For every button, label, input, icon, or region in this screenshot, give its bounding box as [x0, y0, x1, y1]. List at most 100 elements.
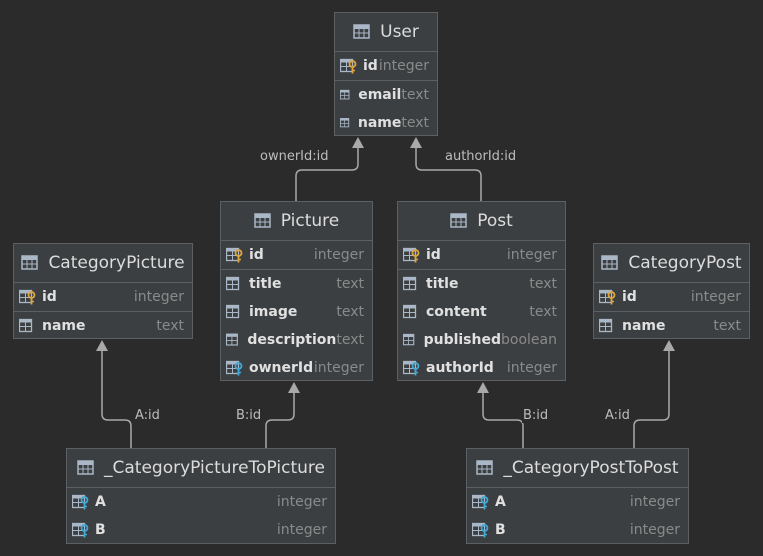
entity-title: _CategoryPostToPost [503, 458, 679, 478]
column-row[interactable]: content text [398, 298, 565, 326]
column-name: image [249, 304, 298, 320]
column-type: integer [378, 58, 429, 74]
column-type: integer [276, 522, 327, 538]
column-icon [403, 304, 417, 319]
column-icon [226, 276, 240, 291]
relation-label: authorId:id [444, 149, 518, 164]
column-row[interactable]: title text [398, 270, 565, 298]
column-type: integer [629, 494, 680, 510]
column-row[interactable]: Binteger [67, 516, 335, 544]
column-name: description [247, 332, 337, 348]
table-icon [21, 255, 39, 270]
column-row[interactable]: name text [335, 109, 437, 137]
column-type: text [336, 276, 364, 292]
column-row[interactable]: Ainteger [467, 488, 688, 516]
column-row[interactable]: name text [594, 312, 749, 340]
column-name: B [495, 522, 506, 538]
entity-title: CategoryPost [628, 253, 742, 273]
column-name: name [357, 115, 402, 131]
entity-picture[interactable]: Picture id integer title text image text descri… [220, 201, 373, 381]
column-row[interactable]: id integer [335, 52, 437, 81]
foreign-key-icon [72, 494, 89, 510]
table-icon [450, 213, 467, 228]
relation-label: B:id [522, 408, 550, 423]
primary-key-icon [340, 58, 357, 74]
foreign-key-icon [72, 522, 89, 538]
entity-header: CategoryPost [594, 244, 749, 283]
er-diagram: User id integer email text name text Picture id i… [0, 0, 763, 556]
column-name: id [426, 247, 441, 263]
relation-label: A:id [134, 408, 161, 423]
column-row[interactable]: Binteger [467, 516, 688, 544]
entity-header: Picture [221, 202, 372, 241]
column-row[interactable]: id integer [221, 241, 372, 270]
column-row[interactable]: id integer [398, 241, 565, 270]
column-type: boolean [501, 332, 557, 348]
column-icon [340, 89, 350, 100]
relation-line[interactable] [101, 349, 132, 448]
entity-header: CategoryPicture [14, 244, 192, 283]
column-row[interactable]: image text [221, 298, 372, 326]
entity-header: _CategoryPictureToPicture [67, 449, 335, 488]
column-name: name [622, 318, 666, 334]
column-row[interactable]: name text [14, 312, 192, 340]
column-icon [340, 118, 350, 128]
column-name: B [95, 522, 106, 538]
column-name: id [622, 289, 637, 305]
primary-key-icon [19, 289, 36, 305]
entity-title: _CategoryPictureToPicture [104, 458, 325, 478]
table-icon [601, 255, 619, 270]
relation-arrowhead [352, 137, 364, 148]
relation-line[interactable] [633, 349, 670, 448]
column-row[interactable]: ownerId integer [221, 354, 372, 382]
column-row[interactable]: email text [335, 81, 437, 109]
entity-header: Post [398, 202, 565, 241]
column-name: id [42, 289, 57, 305]
column-row[interactable]: title text [221, 270, 372, 298]
entity-header: _CategoryPostToPost [467, 449, 688, 488]
table-icon [476, 460, 494, 475]
column-type: text [713, 318, 741, 334]
column-row[interactable]: id integer [594, 283, 749, 312]
entity-category-picture[interactable]: CategoryPicture id integer name text [13, 243, 193, 339]
relation-label: A:id [604, 408, 631, 423]
entity-title: User [380, 22, 419, 42]
column-row[interactable]: description text [221, 326, 372, 354]
relation-arrowhead [663, 340, 675, 351]
column-type: text [401, 87, 429, 103]
column-row[interactable]: id integer [14, 283, 192, 312]
entity-post[interactable]: Post id integer title text content text publish… [397, 201, 566, 381]
column-name: title [426, 276, 459, 292]
column-row[interactable]: Ainteger [67, 488, 335, 516]
relation-line[interactable] [482, 391, 524, 448]
column-name: name [42, 318, 86, 334]
relation-arrowhead [288, 382, 300, 393]
column-type: text [529, 304, 557, 320]
column-name: email [358, 87, 402, 103]
column-row[interactable]: authorId integer [398, 354, 565, 382]
foreign-key-icon [226, 360, 243, 376]
column-name: authorId [426, 360, 494, 376]
column-type: text [401, 115, 429, 131]
column-type: text [529, 276, 557, 292]
foreign-key-icon [472, 522, 489, 538]
table-icon [353, 24, 370, 39]
column-type: text [156, 318, 184, 334]
relation-line[interactable] [265, 391, 295, 448]
relation-label: B:id [235, 408, 263, 423]
column-name: id [363, 58, 378, 74]
column-type: text [336, 304, 364, 320]
relation-label: ownerId:id [259, 149, 330, 164]
entity-category-post-to-post[interactable]: _CategoryPostToPost Ainteger Binteger [466, 448, 689, 544]
column-type: integer [506, 360, 557, 376]
column-icon [226, 333, 238, 346]
column-row[interactable]: published boolean [398, 326, 565, 354]
entity-category-picture-to-picture[interactable]: _CategoryPictureToPicture Ainteger Bintege… [66, 448, 336, 544]
column-name: content [426, 304, 487, 320]
entity-user[interactable]: User id integer email text name text [334, 12, 438, 136]
entity-category-post[interactable]: CategoryPost id integer name text [593, 243, 750, 339]
entity-header: User [335, 13, 437, 52]
column-icon [226, 304, 240, 319]
column-name: A [95, 494, 106, 510]
column-name: id [249, 247, 264, 263]
